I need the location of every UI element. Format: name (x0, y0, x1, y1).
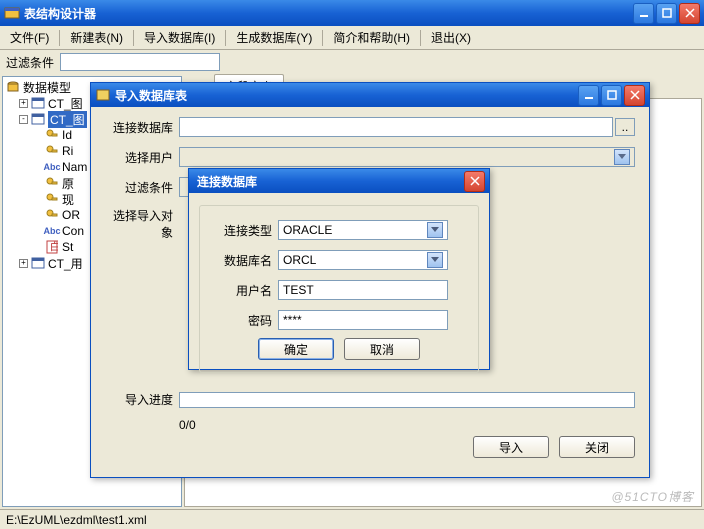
key-icon (44, 207, 60, 223)
key-icon (44, 127, 60, 143)
import-progressbar (179, 392, 635, 408)
import-dialog-icon (95, 87, 111, 103)
menubar: 文件(F) 新建表(N) 导入数据库(I) 生成数据库(Y) 简介和帮助(H) … (0, 26, 704, 50)
import-dialog-title: 导入数据库表 (115, 87, 578, 104)
import-filter-label: 过滤条件 (105, 179, 179, 196)
filter-label: 过滤条件 (6, 54, 54, 71)
key-icon (44, 175, 60, 191)
progress-label: 导入进度 (105, 391, 179, 408)
menu-generate-db[interactable]: 生成数据库(Y) (230, 27, 318, 48)
ok-button[interactable]: 确定 (258, 338, 334, 360)
tree-item-label: OR (62, 208, 80, 222)
tree-item-label: CT_图 (48, 95, 83, 112)
chevron-down-icon (614, 149, 630, 165)
abc-icon: Abc (44, 159, 60, 175)
password-field[interactable]: **** (278, 310, 448, 330)
tree-item-label: CT_图 (48, 111, 87, 128)
username-label: 用户名 (218, 282, 278, 299)
select-user-label: 选择用户 (105, 149, 179, 166)
table-icon (30, 95, 46, 111)
table-icon (30, 111, 46, 127)
menu-help[interactable]: 简介和帮助(H) (327, 27, 416, 48)
cancel-button[interactable]: 取消 (344, 338, 420, 360)
watermark: @51CTO博客 (611, 488, 694, 505)
conn-type-label: 连接类型 (218, 222, 278, 239)
conn-db-label: 连接数据库 (105, 119, 179, 136)
minimize-button[interactable] (633, 3, 654, 24)
connect-dialog-title: 连接数据库 (193, 173, 464, 190)
app-icon (4, 5, 20, 21)
doc-icon: 百 (44, 239, 60, 255)
filter-input[interactable] (60, 53, 220, 71)
key-icon (44, 191, 60, 207)
connect-close-button[interactable] (464, 171, 485, 192)
table-icon (30, 255, 46, 271)
import-close-button[interactable] (624, 85, 645, 106)
dbname-label: 数据库名 (218, 252, 278, 269)
tree-item-label: Con (62, 224, 84, 238)
statusbar: E:\EzUML\ezdml\test1.xml (0, 509, 704, 529)
tree-expander[interactable]: - (19, 115, 28, 124)
menu-file[interactable]: 文件(F) (4, 27, 55, 48)
connect-dialog: 连接数据库 连接类型 ORACLE 数据库名 ORCL 用户名 (188, 168, 490, 370)
select-objects-label: 选择导入对象 (105, 207, 179, 241)
password-label: 密码 (218, 312, 278, 329)
menu-new-table[interactable]: 新建表(N) (64, 27, 129, 48)
key-icon (44, 143, 60, 159)
select-user-combo[interactable] (179, 147, 635, 167)
chevron-down-icon (427, 222, 443, 238)
import-close-btn[interactable]: 关闭 (559, 436, 635, 458)
progress-text: 0/0 (179, 418, 196, 432)
tree-item-label: Nam (62, 160, 87, 174)
import-maximize-button[interactable] (601, 85, 622, 106)
tree-item-label: 现 (62, 191, 74, 208)
svg-text:百: 百 (49, 240, 58, 253)
dbname-combo[interactable]: ORCL (278, 250, 448, 270)
conn-db-browse-button[interactable]: .. (615, 118, 635, 136)
tree-item-label: 原 (62, 175, 74, 192)
close-button[interactable] (679, 3, 700, 24)
tree-expander[interactable]: + (19, 259, 28, 268)
status-text: E:\EzUML\ezdml\test1.xml (6, 513, 147, 527)
import-button[interactable]: 导入 (473, 436, 549, 458)
chevron-down-icon (427, 252, 443, 268)
username-field[interactable]: TEST (278, 280, 448, 300)
menu-exit[interactable]: 退出(X) (425, 27, 477, 48)
conn-type-combo[interactable]: ORACLE (278, 220, 448, 240)
filter-bar: 过滤条件 (0, 50, 704, 74)
db-icon (5, 79, 21, 95)
menu-import-db[interactable]: 导入数据库(I) (138, 27, 221, 48)
main-title: 表结构设计器 (24, 5, 633, 22)
import-minimize-button[interactable] (578, 85, 599, 106)
abc-icon: Abc (44, 223, 60, 239)
tree-expander[interactable]: + (19, 99, 28, 108)
tree-item-label: St (62, 240, 73, 254)
tree-item-label: Id (62, 128, 72, 142)
tree-item-label: Ri (62, 144, 73, 158)
tree-root-label[interactable]: 数据模型 (23, 79, 71, 96)
tree-item-label: CT_用 (48, 255, 83, 272)
conn-db-field[interactable] (179, 117, 613, 137)
maximize-button[interactable] (656, 3, 677, 24)
main-titlebar: 表结构设计器 (0, 0, 704, 26)
